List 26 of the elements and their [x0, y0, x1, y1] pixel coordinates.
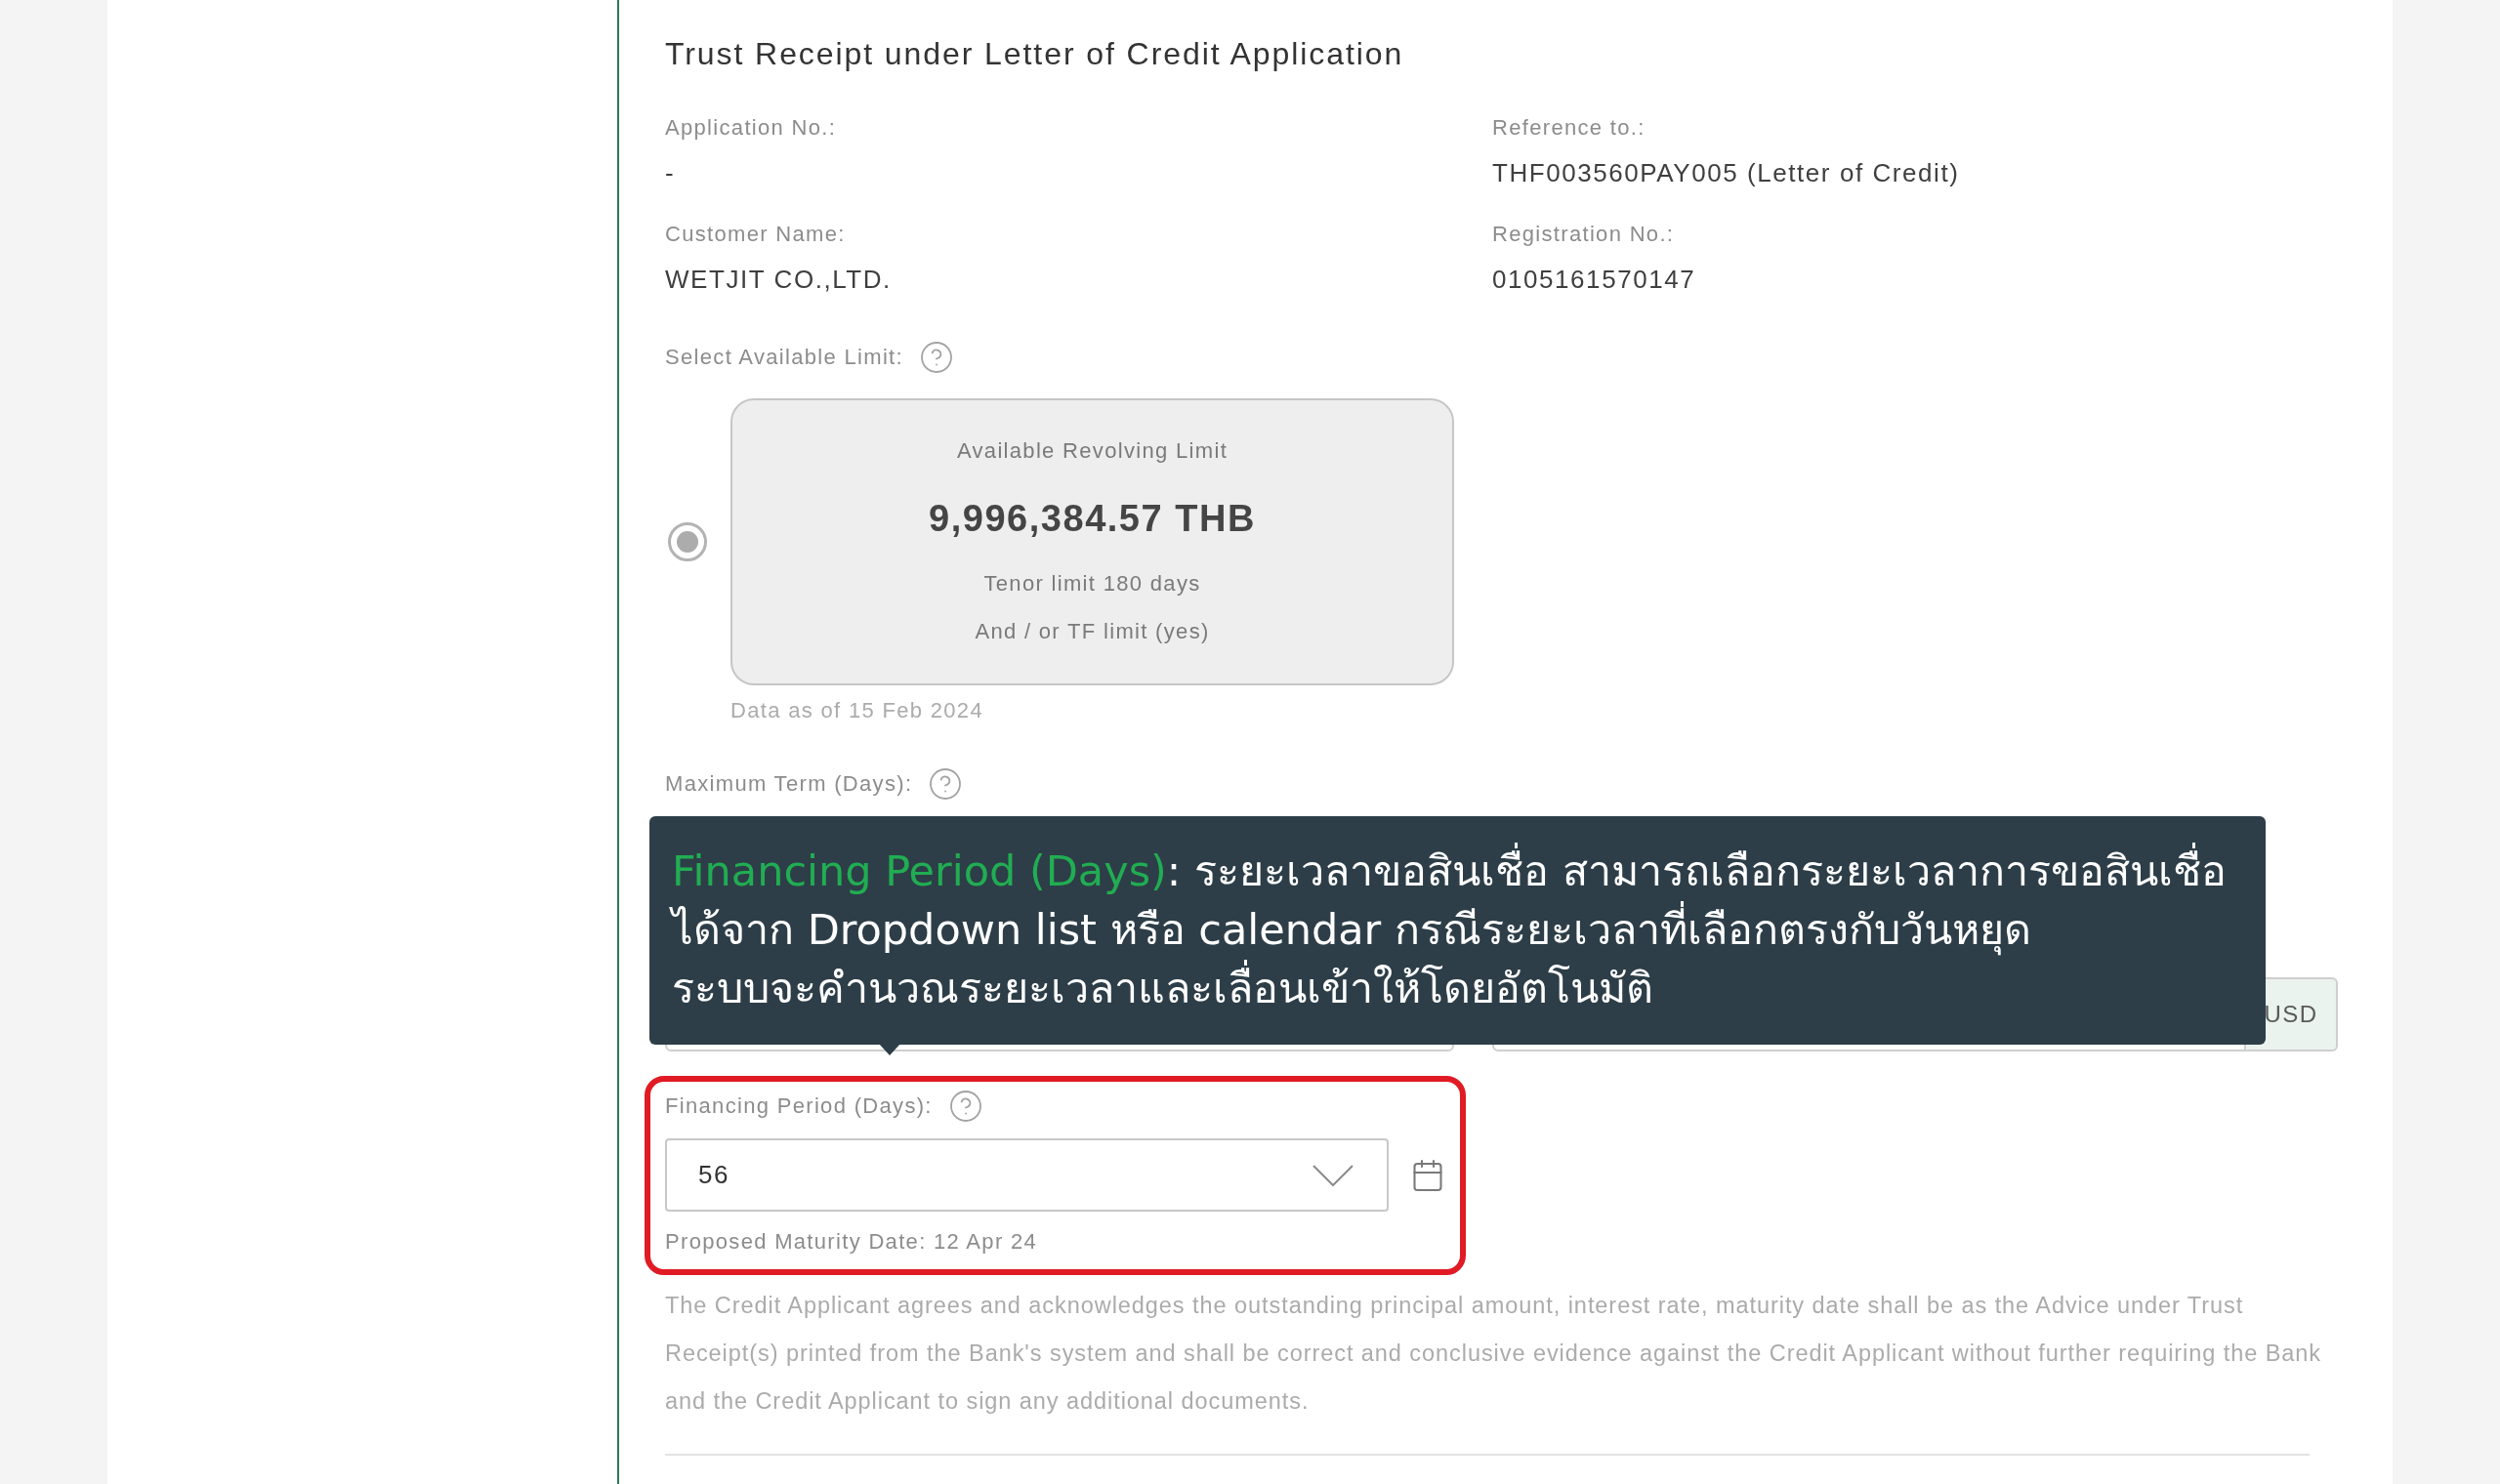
field-label: Registration No.: — [1492, 221, 1675, 248]
limit-amount: 9,996,384.57 THB — [929, 497, 1256, 541]
help-icon[interactable] — [928, 766, 964, 802]
dropdown-field[interactable]: 56 — [665, 1138, 1389, 1212]
page-title: Trust Receipt under Letter of Credit Application — [665, 35, 1405, 73]
limit-note: And / or TF limit (yes) — [975, 618, 1210, 645]
section-label: Maximum Term (Days): — [665, 770, 913, 798]
limit-note: Tenor limit 180 days — [983, 570, 1201, 598]
field-label: Application No.: — [665, 114, 837, 142]
radio-button[interactable] — [668, 522, 707, 561]
maturity-date-text: Proposed Maturity Date: 12 Apr 24 — [665, 1228, 1039, 1256]
field-value: THF003560PAY005 (Letter of Credit) — [1492, 157, 1960, 189]
limit-title: Available Revolving Limit — [956, 437, 1229, 465]
calendar-icon[interactable] — [1410, 1157, 1445, 1193]
disclaimer-text: The Credit Applicant agrees and acknowledges the outstanding principal amount, interest rate, maturity date shall be as the Advice under Trust Receipt(s) printed from the Bank's system and shall be correct and conclusive evidence against the Credit Applicant without further requiring the Bank and the Credit Applicant to sign any additional documents. — [665, 1292, 2322, 1416]
field-label: Customer Name: — [665, 221, 846, 248]
field-value: WETJIT CO.,LTD. — [665, 264, 892, 296]
field-value: - — [665, 157, 676, 189]
section-label: Financing Period (Days): — [665, 1092, 933, 1120]
chevron-down-icon — [1312, 1164, 1354, 1186]
help-icon[interactable] — [947, 1089, 983, 1124]
section-label: Select Available Limit: — [665, 344, 903, 371]
field-value: 0105161570147 — [1492, 264, 1696, 296]
field-label: Reference to.: — [1492, 114, 1646, 142]
data-date-note: Data as of 15 Feb 2024 — [730, 697, 984, 724]
help-icon[interactable] — [918, 340, 954, 375]
